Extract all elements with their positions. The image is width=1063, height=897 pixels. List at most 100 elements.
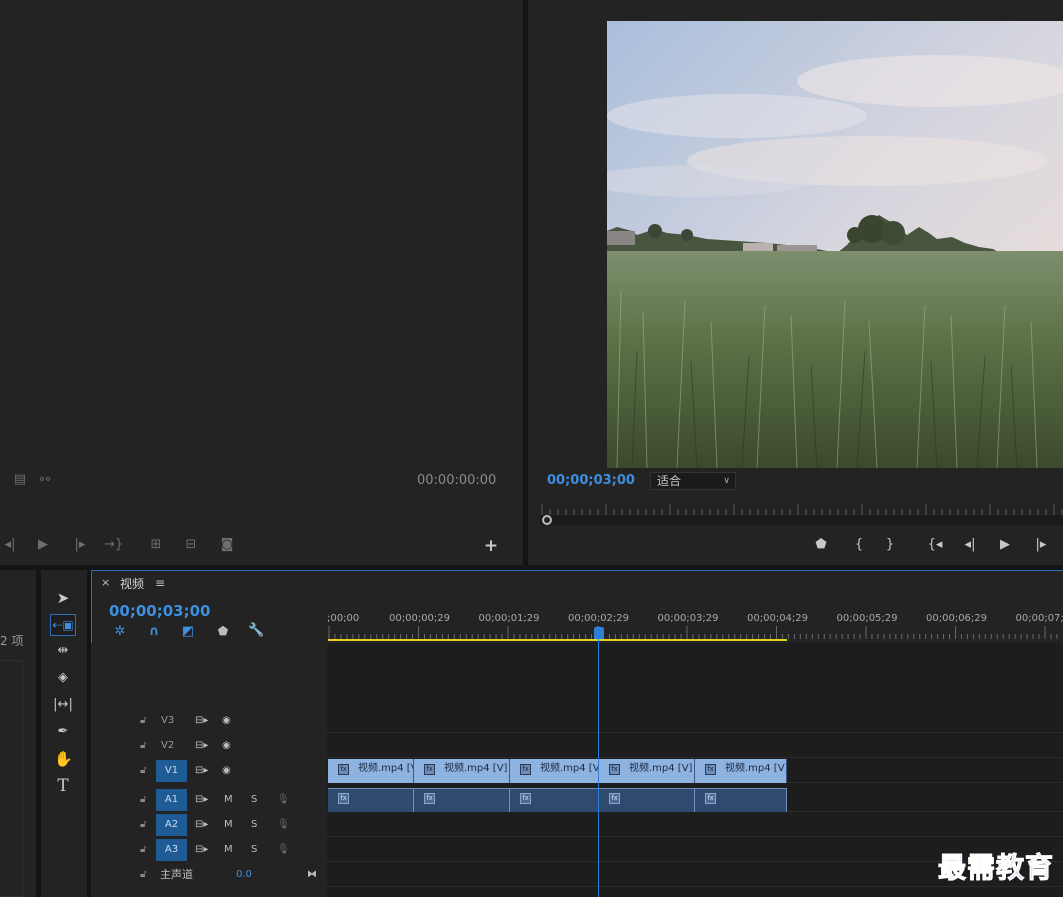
solo-button[interactable]: S — [251, 788, 257, 812]
selection-tool-icon[interactable]: ➤ — [54, 590, 72, 606]
mark-in-icon[interactable]: { — [851, 537, 867, 553]
source-patch-a2[interactable]: A2 — [156, 814, 187, 836]
pen-tool-icon[interactable]: ✒ — [54, 724, 72, 740]
settings-icon[interactable]: ▤ — [12, 472, 28, 488]
audio-clip[interactable]: fx — [695, 788, 787, 812]
master-clip-icon[interactable]: ⧓ — [307, 863, 317, 887]
video-clip[interactable]: fx视频.mp4 [V] — [414, 759, 510, 783]
step-forward-icon[interactable]: |▸ — [1032, 537, 1050, 553]
source-patch-a1[interactable]: A1 — [156, 789, 187, 811]
play-icon[interactable]: ▶ — [996, 537, 1014, 553]
program-scrubber[interactable] — [540, 515, 1063, 525]
add-button-icon[interactable]: + — [482, 538, 500, 555]
chevron-down-icon: ∨ — [723, 476, 730, 486]
video-clip[interactable]: fx视频.mp4 [V] — [695, 759, 787, 783]
sync-lock-icon[interactable]: ⊟▸ — [195, 759, 208, 783]
lock-icon[interactable]: 🔓︎ — [140, 709, 146, 733]
audio-clip[interactable]: fx — [328, 788, 414, 812]
lock-icon[interactable]: 🔓︎ — [140, 734, 146, 758]
add-marker-icon[interactable]: ⬟ — [215, 624, 231, 638]
video-clip[interactable]: fx视频.mp4 [V] — [510, 759, 599, 783]
step-back-icon[interactable]: ◂| — [961, 537, 979, 553]
nest-toggle-icon[interactable]: ✲ — [112, 624, 128, 639]
go-to-in-icon[interactable]: {◂ — [926, 537, 944, 553]
video-clip[interactable]: fx视频.mp4 [V] — [328, 759, 414, 783]
ruler-label: 00;00;01;29 — [478, 613, 540, 624]
linked-selection-icon[interactable]: ◩ — [180, 624, 196, 639]
mute-button[interactable]: M — [224, 813, 233, 837]
source-timecode[interactable]: 00:00:00:00 — [417, 473, 496, 488]
lock-icon[interactable]: 🔓︎ — [140, 759, 146, 783]
timeline-timecode[interactable]: 00;00;03;00 — [109, 602, 211, 620]
lock-icon[interactable]: 🔓︎ — [140, 863, 146, 887]
mute-button[interactable]: M — [224, 788, 233, 812]
track-v3: 🔓︎ V3 ⊟▸ ◉ — [91, 709, 1063, 733]
type-tool-icon[interactable]: T — [54, 778, 72, 795]
mic-icon[interactable]: 🎙︎ — [277, 788, 290, 812]
insert-icon[interactable]: ⊞ — [146, 537, 166, 553]
fx-badge-icon: fx — [705, 764, 716, 775]
fx-badge-icon: fx — [520, 764, 531, 775]
ruler-label: 00;00;00;29 — [389, 613, 451, 624]
eye-icon[interactable]: ◉ — [222, 709, 231, 733]
audio-clip[interactable]: fx — [414, 788, 510, 812]
ripple-edit-tool-icon[interactable]: ⇹ — [54, 643, 72, 659]
playhead-line[interactable] — [598, 626, 599, 897]
source-patch-v1[interactable]: V1 — [156, 760, 187, 782]
go-to-in-icon[interactable]: ◂| — [2, 537, 18, 553]
tab-menu-icon[interactable]: ≡ — [155, 576, 165, 590]
close-tab-icon[interactable]: × — [101, 576, 110, 589]
sync-lock-icon[interactable]: ⊟▸ — [195, 734, 208, 758]
magnet-icon[interactable]: ∩ — [146, 624, 162, 639]
razor-tool-icon[interactable]: ◈ — [54, 670, 72, 686]
sequence-tab[interactable]: 视频 — [120, 575, 144, 592]
audio-clip[interactable]: fx — [599, 788, 695, 812]
step-forward-icon[interactable]: |▸ — [72, 537, 88, 553]
fit-dropdown-label: 适合 — [657, 474, 682, 488]
work-area-bar[interactable] — [328, 639, 787, 641]
sync-lock-icon[interactable]: ⊟▸ — [195, 788, 208, 812]
eye-icon[interactable]: ◉ — [222, 759, 231, 783]
track-header: 🔓︎ V3 ⊟▸ ◉ — [91, 709, 327, 733]
mic-icon[interactable]: 🎙︎ — [277, 813, 290, 837]
program-ruler[interactable] — [540, 503, 1063, 515]
mute-button[interactable]: M — [224, 838, 233, 862]
mic-icon[interactable]: 🎙︎ — [277, 838, 290, 862]
play-icon[interactable]: ▶ — [35, 537, 51, 553]
sync-lock-icon[interactable]: ⊟▸ — [195, 709, 208, 733]
playhead-knob[interactable] — [542, 515, 552, 525]
project-list[interactable] — [0, 660, 23, 897]
ruler-label: 00;00;02;29 — [568, 613, 630, 624]
export-frame-icon[interactable]: ◙ — [218, 537, 236, 553]
wrench-icon[interactable]: 🔧 — [248, 623, 264, 638]
ruler-label: 00;00;06;29 — [926, 613, 988, 624]
slip-tool-icon[interactable]: |↔| — [52, 697, 74, 713]
track-select-tool-icon[interactable]: ⇠▣ — [50, 614, 76, 636]
overwrite-icon[interactable]: ⊟ — [181, 537, 201, 553]
track-v2: 🔓︎ V2 ⊟▸ ◉ — [91, 734, 1063, 758]
fit-dropdown[interactable]: 适合 ∨ — [650, 472, 736, 490]
master-volume-value[interactable]: 0.0 — [236, 863, 252, 887]
program-timecode[interactable]: 00;00;03;00 — [547, 473, 635, 488]
solo-button[interactable]: S — [251, 813, 257, 837]
sync-lock-icon[interactable]: ⊟▸ — [195, 813, 208, 837]
sync-lock-icon[interactable]: ⊟▸ — [195, 838, 208, 862]
lock-icon[interactable]: 🔓︎ — [140, 788, 146, 812]
eye-icon[interactable]: ◉ — [222, 734, 231, 758]
lock-icon[interactable]: 🔓︎ — [140, 838, 146, 862]
audio-clip[interactable]: fx — [510, 788, 599, 812]
track-label: V2 — [161, 740, 175, 751]
hand-tool-icon[interactable]: ✋ — [54, 751, 73, 767]
go-to-out-icon[interactable]: →} — [104, 537, 123, 553]
solo-button[interactable]: S — [251, 838, 257, 862]
drag-video-icon[interactable]: ⋄⋄ — [37, 472, 53, 488]
source-patch-a3[interactable]: A3 — [156, 839, 187, 861]
video-clip[interactable]: fx视频.mp4 [V] — [599, 759, 695, 783]
lock-icon[interactable]: 🔓︎ — [140, 813, 146, 837]
fx-badge-icon: fx — [609, 793, 620, 804]
mark-out-icon[interactable]: } — [882, 537, 898, 553]
marker-icon[interactable]: ⬟ — [813, 537, 829, 553]
playhead-handle[interactable] — [594, 627, 604, 639]
track-header: 🔓︎ A1 ⊟▸ M S 🎙︎ — [91, 788, 327, 812]
track-header: 🔓︎ A2 ⊟▸ M S 🎙︎ — [91, 813, 327, 837]
